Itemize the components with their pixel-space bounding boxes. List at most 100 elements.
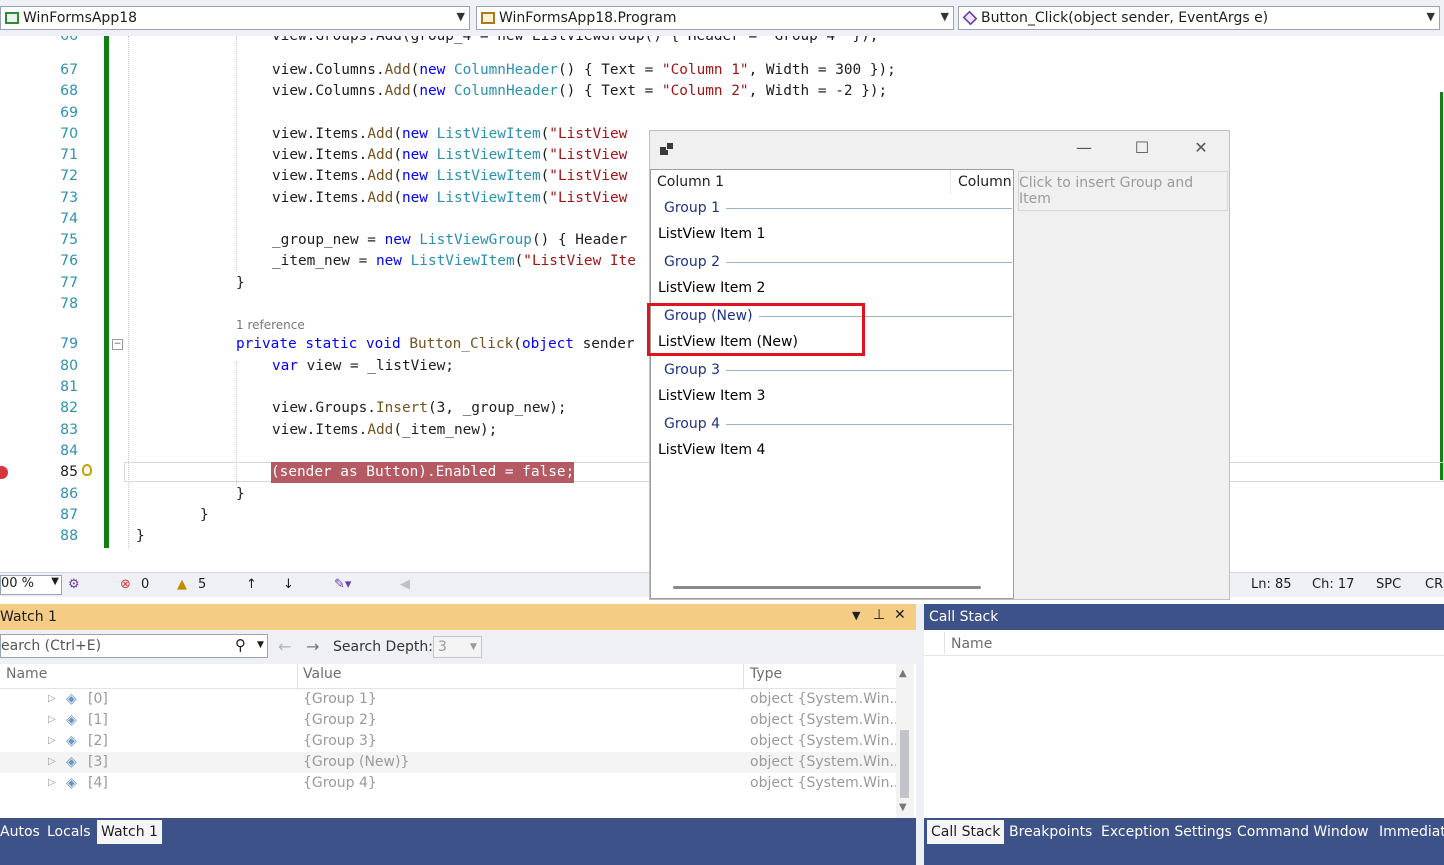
annotation-highlight-box [647,303,865,356]
table-row[interactable]: ▷ ◈ [1] {Group 2} object {System.Win... [0,710,903,731]
error-icon[interactable]: ⊗ [120,577,131,592]
list-view[interactable]: Column 1 Column Group 1 ListView Item 1 … [650,169,1014,599]
code-text: _group_new = new ListViewGroup() { Heade… [272,232,628,248]
cleanup-brush-icon[interactable]: ✎▾ [334,577,351,592]
table-row[interactable]: ▷ ◈ [0] {Group 1} object {System.Win... [0,689,903,710]
search-depth-dropdown[interactable]: 3 ▼ [433,636,482,658]
forward-arrow-icon[interactable]: → [306,637,319,656]
column-indicator: Ch: 17 [1312,577,1355,592]
search-box[interactable]: earch (Ctrl+E) ⚲ ▼ [0,634,268,658]
table-row-selected[interactable]: ▷ ◈ [3] {Group (New)} object {System.Win… [0,752,903,773]
code-text: view.Items.Add(_item_new); [272,422,498,438]
method-dropdown[interactable]: Button_Click(object sender, EventArgs e)… [958,6,1440,30]
panel-title: Watch 1 [0,609,57,625]
tab-breakpoints[interactable]: Breakpoints [1005,820,1096,844]
group-header[interactable]: Group 4 [664,416,1012,432]
expand-arrow-icon[interactable]: ▷ [48,714,56,725]
warning-icon[interactable]: ▲ [177,577,187,592]
tab-call-stack[interactable]: Call Stack [927,820,1005,844]
debug-tabs-left: Autos Locals Watch 1 [0,818,916,865]
tab-locals[interactable]: Locals [43,820,95,844]
scroll-left-icon[interactable]: ◀ [400,577,410,592]
whitespace-indicator: SPC [1376,577,1402,592]
debug-tabs-right: Call Stack Breakpoints Exception Setting… [924,818,1444,865]
group-header[interactable]: Group 1 [664,200,1012,216]
intellicode-icon[interactable]: ⚙ [68,577,80,592]
close-icon[interactable]: ✕ [894,607,906,623]
arrow-up-icon[interactable]: ↑ [246,577,257,592]
arrow-down-icon[interactable]: ↓ [283,577,294,592]
expand-arrow-icon[interactable]: ▷ [48,693,56,704]
vertical-scrollbar[interactable]: ▲ ▼ [896,664,914,818]
tab-command-window[interactable]: Command Window [1233,820,1373,844]
zoom-dropdown[interactable]: 00 % ▼ [0,575,62,595]
project-dropdown[interactable]: WinFormsApp18 ▼ [0,6,470,30]
error-count[interactable]: 0 [141,577,149,592]
chevron-down-icon: ▼ [940,10,949,23]
code-line: 66 view.Groups.Add(group_4 = new ListVie… [0,36,1444,47]
panel-splitter[interactable] [916,604,924,865]
back-arrow-icon[interactable]: ← [278,637,291,656]
expand-arrow-icon[interactable]: ▷ [48,735,56,746]
panel-title: Call Stack [929,609,999,625]
close-button[interactable]: ✕ [1181,138,1221,162]
column-divider [944,632,945,654]
code-text: var view = _listView; [272,358,454,374]
call-stack-title-bar: Call Stack [924,604,1444,630]
scroll-thumb[interactable] [900,730,909,798]
column-header-type[interactable]: Type [750,666,782,682]
warning-count[interactable]: 5 [198,577,206,592]
search-icon[interactable]: ⚲ [235,636,246,654]
horizontal-scrollbar[interactable] [673,586,981,589]
watch-toolbar: earch (Ctrl+E) ⚲ ▼ ← → Search Depth: 3 ▼ [0,630,916,664]
minimize-button[interactable]: — [1064,138,1104,162]
code-text: } [236,275,245,291]
list-item[interactable]: ListView Item 4 [658,442,765,458]
object-icon: ◈ [66,712,77,728]
line-ending-indicator: CRI [1425,577,1444,592]
header-separator [924,655,1444,656]
group-header[interactable]: Group 2 [664,254,1012,270]
code-lens-references[interactable]: 1 reference [236,315,305,336]
maximize-button[interactable]: ☐ [1122,138,1162,162]
pin-icon[interactable]: ⊥ [873,607,885,623]
column-header-value[interactable]: Value [303,666,341,682]
code-text: private static void Button_Click(object … [236,336,635,352]
insert-group-button[interactable]: Click to insert Group and Item [1018,171,1228,211]
list-item[interactable]: ListView Item 2 [658,280,765,296]
object-icon: ◈ [66,733,77,749]
tab-watch-1[interactable]: Watch 1 [97,820,162,844]
method-icon [962,10,978,26]
column-header-name[interactable]: Name [951,636,992,652]
app-icon [660,142,674,156]
code-text-highlighted: (sender as Button).Enabled = false; [271,462,575,483]
table-row[interactable]: ▷ ◈ [4] {Group 4} object {System.Win... [0,773,903,794]
object-icon: ◈ [66,691,77,707]
expand-arrow-icon[interactable]: ▷ [48,777,56,788]
code-text: _item_new = new ListViewItem("ListView I… [272,253,636,269]
search-input[interactable]: earch (Ctrl+E) [1,638,101,654]
collapse-toggle-icon[interactable]: − [112,339,123,350]
list-item[interactable]: ListView Item 1 [658,226,765,242]
class-dropdown[interactable]: WinFormsApp18.Program ▼ [476,6,954,30]
column-header-1[interactable]: Column 1 [657,174,724,190]
scroll-down-icon[interactable]: ▼ [899,802,907,813]
scroll-up-icon[interactable]: ▲ [899,668,907,679]
column-header-name[interactable]: Name [6,666,47,682]
group-header[interactable]: Group 3 [664,362,1012,378]
expand-arrow-icon[interactable]: ▷ [48,756,56,767]
tab-autos[interactable]: Autos [0,820,44,844]
tab-immediate[interactable]: Immediat [1375,820,1444,844]
list-item[interactable]: ListView Item 3 [658,388,765,404]
column-header-2[interactable]: Column [958,174,1012,190]
chevron-down-icon[interactable]: ▼ [257,640,264,650]
code-text: view.Columns.Add(new ColumnHeader() { Te… [272,62,896,78]
lightbulb-icon[interactable] [82,464,92,476]
tab-exception-settings[interactable]: Exception Settings [1097,820,1236,844]
chevron-down-icon[interactable]: ▼ [852,609,860,622]
code-line: 68 view.Columns.Add(new ColumnHeader() {… [0,81,1444,102]
code-text: view.Items.Add(new ListViewItem("ListVie… [272,126,628,142]
class-name: WinFormsApp18.Program [499,10,677,26]
code-text: } [236,486,245,502]
table-row[interactable]: ▷ ◈ [2] {Group 3} object {System.Win... [0,731,903,752]
